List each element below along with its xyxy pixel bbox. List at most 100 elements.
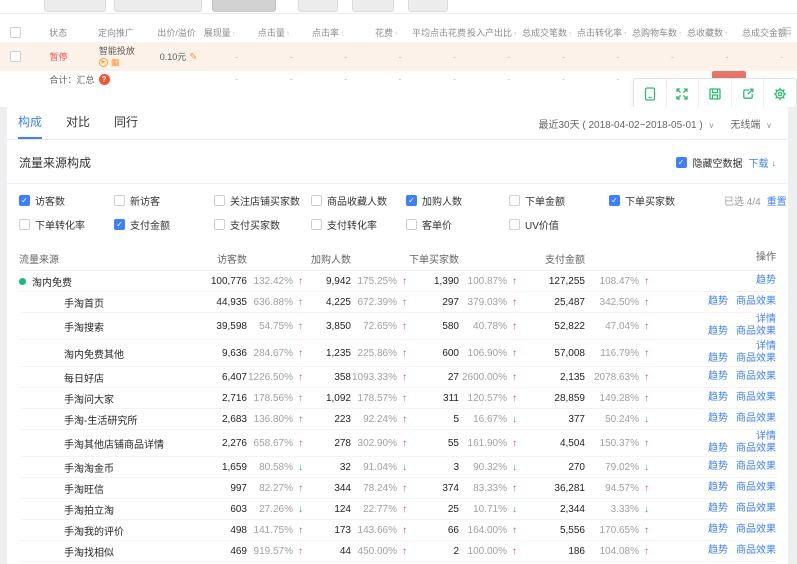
tab-1[interactable]: 构成 [18, 107, 42, 139]
empty-metric-cell: - [470, 52, 524, 62]
action-link[interactable]: 详情 [756, 314, 776, 325]
metric-checkbox-item[interactable]: 下单转化率 [19, 217, 114, 232]
sortable-column-header[interactable]: 点击转化率↑ [577, 26, 632, 39]
trend-up-icon: ↑ [397, 393, 407, 404]
metric-checkbox-item[interactable]: 客单价 [406, 217, 509, 232]
play-icon: ▶ [99, 58, 108, 67]
row-actions: 趋势商品效果 [649, 461, 776, 473]
row-actions: 详情趋势商品效果 [649, 314, 776, 338]
traffic-analytics-screen: 状态定向推广出价/溢价展现量↑点击量↑点击率↑花费↑平均点击花费↑投入产出比↑总… [0, 0, 797, 564]
action-link[interactable]: 商品效果 [736, 353, 776, 364]
action-link[interactable]: 趋势 [708, 461, 728, 472]
metric-checkbox-item[interactable]: 支付买家数 [214, 217, 311, 232]
toolbar-button[interactable] [44, 0, 106, 12]
sortable-column-header[interactable]: 总购物车数↑ [632, 26, 687, 39]
action-link[interactable]: 趋势 [708, 326, 728, 337]
metric-checkbox-item[interactable]: 下单金额 [509, 193, 609, 208]
settings-gear-icon[interactable] [763, 79, 796, 108]
metric-checkbox-item[interactable]: ✓下单买家数 [609, 193, 724, 208]
sortable-column-header[interactable]: 点击率↑ [304, 26, 358, 39]
action-link[interactable]: 商品效果 [736, 524, 776, 535]
toolbar-button[interactable] [298, 0, 338, 12]
action-link[interactable]: 趋势 [708, 413, 728, 424]
action-link[interactable]: 商品效果 [736, 392, 776, 403]
action-link[interactable]: 趋势 [708, 443, 728, 454]
metric-checkbox-item[interactable]: 新访客 [114, 193, 214, 208]
action-link[interactable]: 趋势 [756, 275, 776, 286]
metric-checkbox-item[interactable]: ✓支付金额 [114, 217, 214, 232]
action-link[interactable]: 商品效果 [736, 461, 776, 472]
action-link[interactable]: 商品效果 [736, 443, 776, 454]
column-settings-icon[interactable]: ——— [782, 26, 792, 35]
trend-up-icon: ↑ [507, 276, 517, 287]
action-link[interactable]: 商品效果 [736, 413, 776, 424]
trend-down-icon: ↓ [639, 462, 649, 473]
metric-checkbox-item[interactable]: ✓加购人数 [406, 193, 509, 208]
action-link[interactable]: 趋势 [708, 353, 728, 364]
action-link[interactable]: 商品效果 [736, 371, 776, 382]
action-link[interactable]: 趋势 [708, 296, 728, 307]
sortable-column-header[interactable]: 总成交笔数↑ [522, 26, 577, 39]
row-checkbox[interactable] [10, 51, 21, 62]
traffic-source-row: 手淘拍立淘60327.26%↓12422.77%↑2510.71%↓2,3443… [19, 499, 776, 520]
metric-checkbox-item[interactable]: UV价值 [509, 217, 609, 232]
toolbar-button[interactable] [408, 0, 448, 12]
source-name: 每日好店 [19, 370, 207, 385]
metric-checkbox-item[interactable]: 商品收藏人数 [311, 193, 406, 208]
sortable-column-header[interactable]: 展现量↑ [196, 26, 250, 39]
toolbar-button[interactable] [352, 0, 394, 12]
reset-link[interactable]: 重置 [767, 197, 787, 208]
save-icon[interactable] [698, 79, 731, 108]
source-name: 淘内免费 [19, 274, 207, 289]
trend-down-icon: ↓ [507, 414, 517, 425]
metric-cell: 55161.90%↑ [407, 438, 517, 449]
action-link[interactable]: 趋势 [708, 392, 728, 403]
tab-2[interactable]: 对比 [66, 107, 90, 139]
action-link[interactable]: 详情 [756, 341, 776, 352]
action-link[interactable]: 商品效果 [736, 545, 776, 556]
toolbar-button[interactable] [114, 0, 202, 12]
metric-cell: 173143.66%↑ [303, 525, 407, 536]
date-range-dropdown[interactable]: 最近30天 ( 2018-04-02~2018-05-01 ) ∨ [538, 116, 714, 131]
trend-down-icon: ↓ [293, 462, 303, 473]
action-link[interactable]: 趋势 [708, 503, 728, 514]
trend-up-icon: ↑ [639, 297, 649, 308]
traffic-source-table: 流量来源访客数加购人数下单买家数支付金额操作淘内免费100,776132.42%… [7, 244, 788, 564]
section-header: 流量来源构成 ✓ 隐藏空数据 下载↓ [7, 140, 788, 183]
metric-cell: 2,683136.80%↑ [207, 414, 303, 425]
device-preview-icon[interactable] [634, 79, 666, 108]
action-link[interactable]: 商品效果 [736, 482, 776, 493]
sortable-column-header[interactable]: 总收藏数↑ [687, 26, 742, 39]
edit-bid-icon[interactable]: ✎ [189, 52, 197, 63]
sortable-column-header[interactable]: 点击量↑ [250, 26, 304, 39]
metric-cell: 390.32%↓ [407, 462, 517, 473]
hide-empty-checkbox[interactable]: ✓ [676, 157, 687, 168]
metric-checkbox-item[interactable]: ✓访客数 [19, 193, 114, 208]
help-icon[interactable]: ? [99, 74, 110, 85]
sortable-column-header[interactable]: 投入产出比↑ [467, 26, 522, 39]
empty-total-cell: - [361, 74, 415, 84]
device-dropdown[interactable]: 无线端 ∨ [730, 116, 772, 131]
export-share-icon[interactable] [731, 79, 764, 108]
download-link[interactable]: 下载 [749, 155, 769, 170]
sortable-column-header[interactable]: 花费↑ [358, 26, 412, 39]
sortable-column-header[interactable]: 平均点击花费↑ [412, 26, 467, 39]
action-link[interactable]: 详情 [756, 431, 776, 442]
select-all-checkbox[interactable] [10, 27, 21, 38]
action-link[interactable]: 商品效果 [736, 296, 776, 307]
action-link[interactable]: 趋势 [708, 482, 728, 493]
trend-up-icon: ↑ [507, 321, 517, 332]
action-link[interactable]: 趋势 [708, 524, 728, 535]
action-link[interactable]: 商品效果 [736, 326, 776, 337]
tab-3[interactable]: 同行 [114, 107, 138, 139]
source-name: 手淘搜索 [19, 319, 207, 334]
trend-up-icon: ↑ [397, 348, 407, 359]
metric-checkbox-item[interactable]: 支付转化率 [311, 217, 406, 232]
action-link[interactable]: 趋势 [708, 371, 728, 382]
metric-checkbox-item[interactable]: 关注店铺买家数 [214, 193, 311, 208]
action-link[interactable]: 商品效果 [736, 503, 776, 514]
fullscreen-icon[interactable] [666, 79, 699, 108]
toolbar-button[interactable] [212, 0, 276, 12]
action-link[interactable]: 趋势 [708, 545, 728, 556]
metric-cell: 272600.00%↑ [407, 372, 517, 383]
